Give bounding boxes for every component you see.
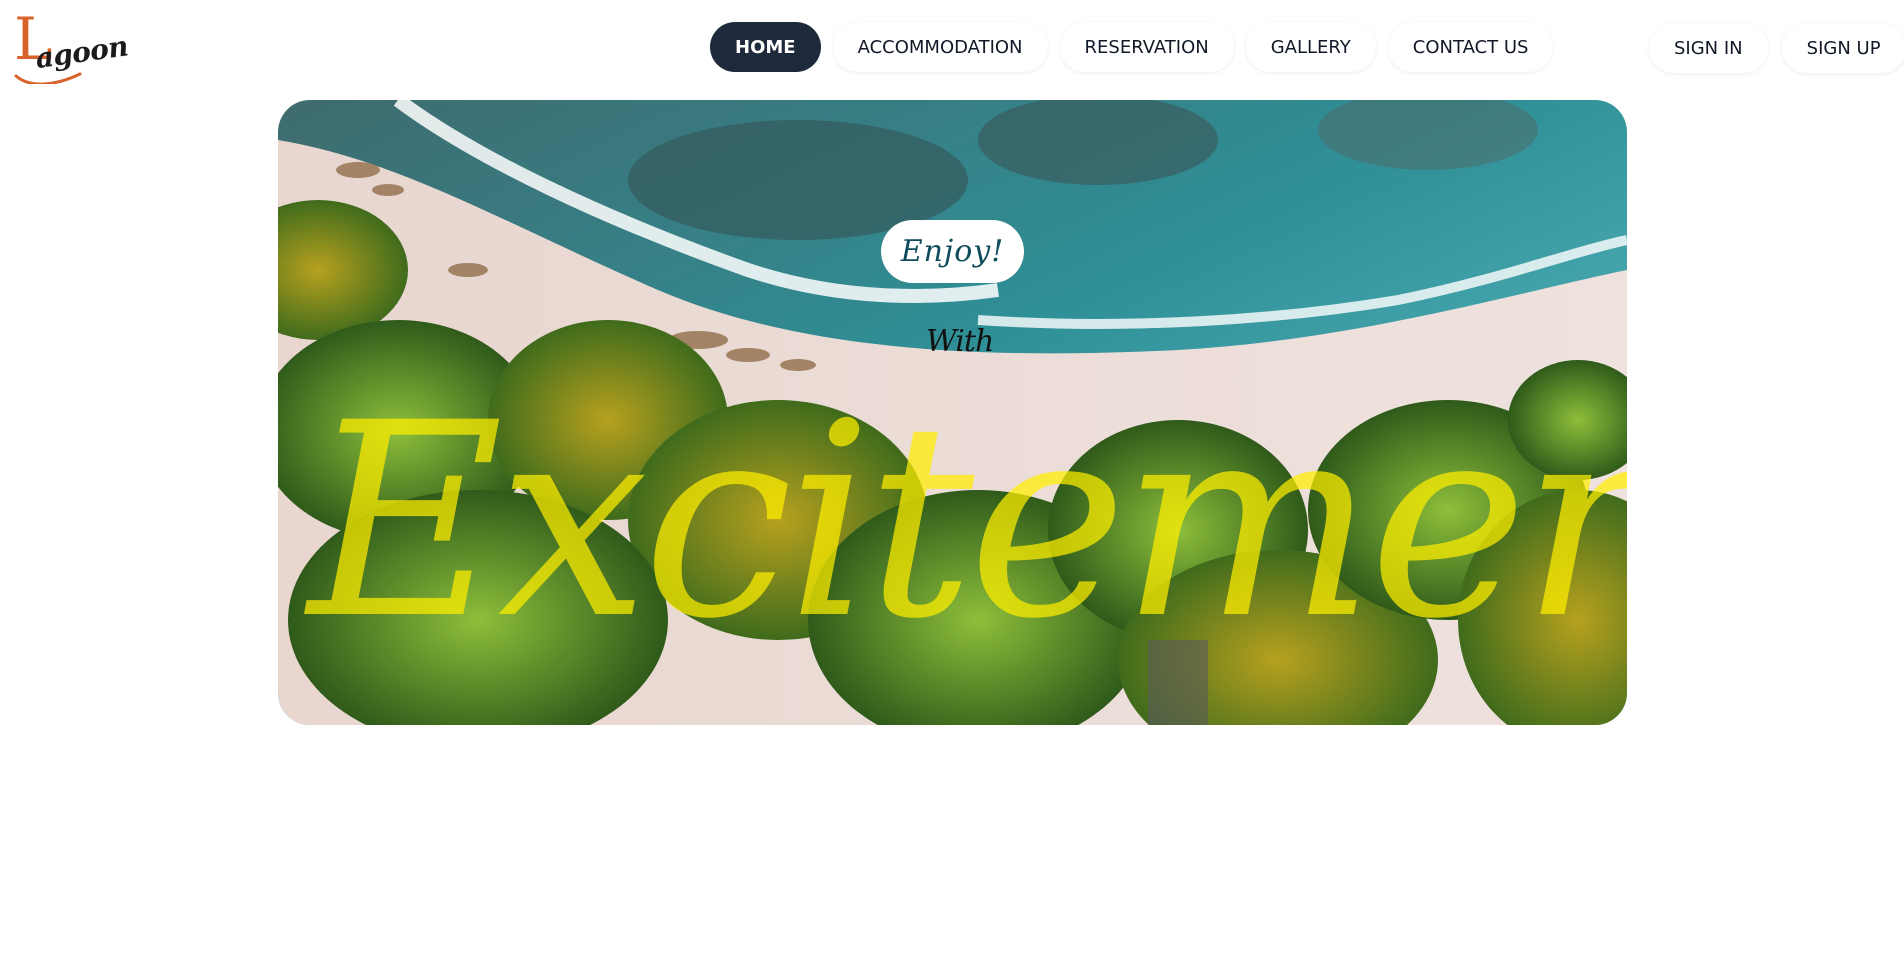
lagoon-logo[interactable]: L agoon: [10, 10, 130, 84]
sign-in-button[interactable]: SIGN IN: [1649, 23, 1768, 73]
nav-home[interactable]: HOME: [710, 22, 821, 72]
sign-up-button[interactable]: SIGN UP: [1781, 23, 1904, 73]
hero-subtitle: With: [926, 324, 994, 359]
hero-headline: Excitement: [308, 366, 1627, 678]
main-nav: HOME ACCOMMODATION RESERVATION GALLERY C…: [710, 22, 1554, 72]
nav-accommodation[interactable]: ACCOMMODATION: [832, 22, 1048, 72]
page: L agoon HOME ACCOMMODATION RESERVATION G…: [0, 0, 1904, 953]
enjoy-badge: Enjoy!: [881, 220, 1024, 283]
nav-contact-us[interactable]: CONTACT US: [1387, 22, 1554, 72]
nav-gallery[interactable]: GALLERY: [1245, 22, 1376, 72]
nav-reservation[interactable]: RESERVATION: [1059, 22, 1234, 72]
hero-banner: Enjoy! With Excitement: [278, 100, 1627, 725]
auth-buttons: SIGN IN SIGN UP: [1649, 23, 1904, 73]
